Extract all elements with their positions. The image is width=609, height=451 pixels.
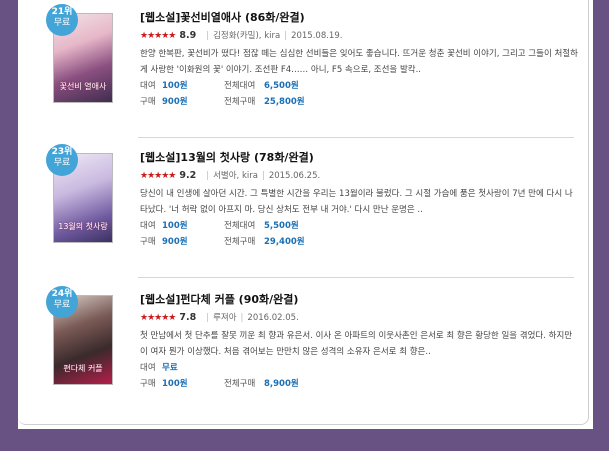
rank-number: 23위 — [51, 147, 73, 157]
page-frame-right — [593, 0, 609, 451]
page-frame-bottom — [0, 429, 609, 451]
rent-price-row: 대여 무료 — [140, 360, 578, 376]
publish-date: 2015.06.25. — [268, 171, 321, 181]
rent-price[interactable]: 100원 — [162, 218, 224, 234]
divider — [138, 137, 574, 138]
buy-price-row: 구매 100원 전체구매 8,900원 — [140, 376, 578, 392]
list-item: 꽃선비 열애사 21위 무료 [웹소설]꽃선비열애사 (86화/완결) ★★★★… — [46, 4, 578, 130]
author[interactable]: 루져아 — [213, 313, 236, 323]
book-info: [웹소설]꽃선비열애사 (86화/완결) ★★★★★ 8.9 | 김정화(카밀), k… — [140, 10, 578, 110]
rating-score: 9.2 — [179, 170, 197, 181]
rent-all-price[interactable]: 6,500원 — [264, 81, 299, 91]
buy-price[interactable]: 100원 — [162, 376, 224, 392]
book-info: [웹소설]펀다체 커플 (90화/완결) ★★★★★ 7.8 | 루져아 | 2016.0… — [140, 292, 578, 392]
cover-title: 꽃선비 열애사 — [59, 82, 107, 91]
buy-all-label: 전체구매 — [224, 97, 256, 107]
book-title[interactable]: [웹소설]13월의 첫사랑 (78화/완결) — [140, 150, 578, 166]
rank-number: 21위 — [51, 7, 73, 17]
rent-label: 대여 — [140, 363, 156, 373]
book-title[interactable]: [웹소설]펀다체 커플 (90화/완결) — [140, 292, 578, 308]
author[interactable]: 서별아 — [213, 171, 236, 181]
book-description: 한양 한복판, 꽃선비가 떴다! 점잖 떼는 심심한 선비들은 잊어도 좋습니다… — [140, 49, 578, 75]
page-frame-left — [0, 0, 18, 451]
rent-all-price[interactable]: 5,500원 — [264, 221, 299, 231]
ranking-list-panel: 꽃선비 열애사 21위 무료 [웹소설]꽃선비열애사 (86화/완결) ★★★★… — [18, 0, 589, 425]
rating-stars-icon: ★★★★★ — [140, 31, 176, 41]
buy-price[interactable]: 900원 — [162, 234, 224, 250]
publish-date: 2015.08.19. — [291, 31, 343, 41]
rank-badge: 23위 무료 — [46, 144, 78, 176]
rent-all-label: 전체대여 — [224, 221, 256, 231]
book-info: [웹소설]13월의 첫사랑 (78화/완결) ★★★★★ 9.2 | 서별아, kir… — [140, 150, 578, 250]
buy-all-label: 전체구매 — [224, 379, 256, 389]
author[interactable]: 김정화(카밀) — [213, 31, 259, 41]
buy-all-label: 전체구매 — [224, 237, 256, 247]
buy-all-price[interactable]: 8,900원 — [264, 379, 299, 389]
book-meta: ★★★★★ 7.8 | 루져아 | 2016.02.05. — [140, 312, 299, 323]
publisher: kira — [241, 171, 258, 181]
buy-label: 구매 — [140, 97, 156, 107]
free-label: 무료 — [53, 158, 71, 168]
rent-price-row: 대여 100원 전체대여 6,500원 — [140, 78, 578, 94]
cover-title: 편다체 커플 — [63, 364, 103, 373]
rent-price[interactable]: 100원 — [162, 78, 224, 94]
book-description: 당신이 내 인생에 살아던 시간. 그 특별한 시간을 우리는 13월이라 불렀… — [140, 189, 573, 215]
list-item: 편다체 커플 24위 무료 [웹소설]펀다체 커플 (90화/완결) ★★★★★… — [46, 286, 578, 412]
list-item: 13월의 첫사랑 23위 무료 [웹소설]13월의 첫사랑 (78화/완결) ★… — [46, 144, 578, 270]
publisher: kira — [264, 31, 281, 41]
rating-score: 8.9 — [179, 30, 197, 41]
rank-number: 24위 — [51, 289, 73, 299]
buy-all-price[interactable]: 29,400원 — [264, 237, 305, 247]
buy-label: 구매 — [140, 237, 156, 247]
buy-label: 구매 — [140, 379, 156, 389]
rent-label: 대여 — [140, 221, 156, 231]
buy-price[interactable]: 900원 — [162, 94, 224, 110]
rating-stars-icon: ★★★★★ — [140, 171, 176, 181]
cover-title: 13월의 첫사랑 — [58, 222, 108, 231]
free-label: 무료 — [53, 18, 71, 28]
free-label: 무료 — [53, 300, 71, 310]
rent-price-row: 대여 100원 전체대여 5,500원 — [140, 218, 578, 234]
book-title[interactable]: [웹소설]꽃선비열애사 (86화/완결) — [140, 10, 578, 26]
publish-date: 2016.02.05. — [247, 313, 299, 323]
rank-badge: 21위 무료 — [46, 4, 78, 36]
rank-badge: 24위 무료 — [46, 286, 78, 318]
rating-stars-icon: ★★★★★ — [140, 313, 176, 323]
divider — [138, 277, 574, 278]
book-description: 첫 만남에서 첫 단추를 잘못 끼운 최 향과 유은서. 이사 온 아파트의 이… — [140, 331, 573, 357]
rating-score: 7.8 — [179, 312, 197, 323]
buy-price-row: 구매 900원 전체구매 29,400원 — [140, 234, 578, 250]
book-meta: ★★★★★ 9.2 | 서별아, kira | 2015.06.25. — [140, 170, 321, 181]
book-meta: ★★★★★ 8.9 | 김정화(카밀), kira | 2015.08.19. — [140, 30, 343, 41]
rent-all-label: 전체대여 — [224, 81, 256, 91]
rent-price[interactable]: 무료 — [162, 360, 224, 376]
buy-all-price[interactable]: 25,800원 — [264, 97, 305, 107]
rent-label: 대여 — [140, 81, 156, 91]
buy-price-row: 구매 900원 전체구매 25,800원 — [140, 94, 578, 110]
